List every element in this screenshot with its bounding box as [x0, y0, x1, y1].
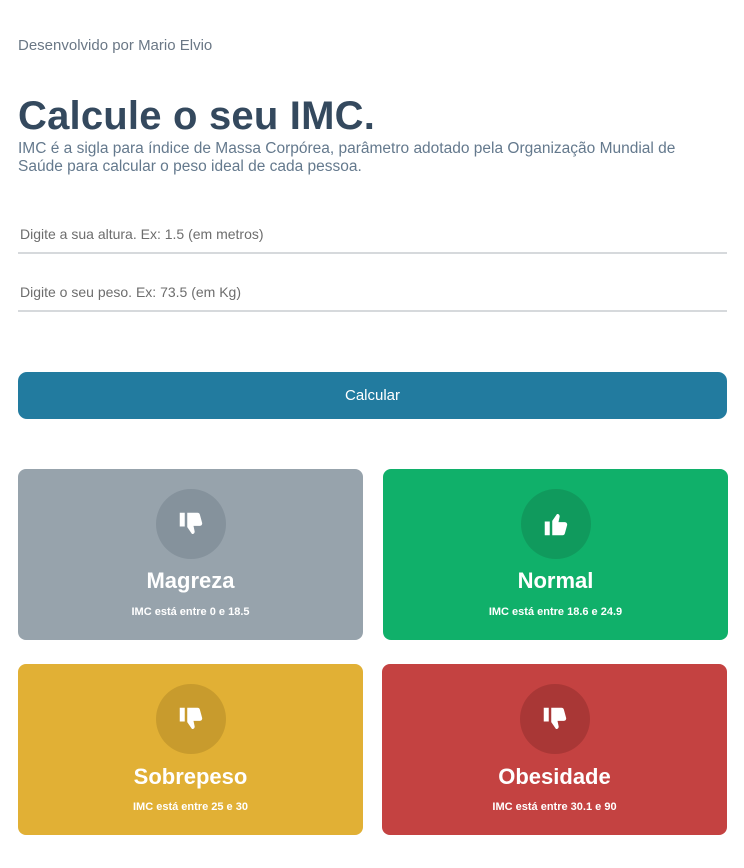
developer-credit: Desenvolvido por Mario Elvio: [18, 37, 213, 54]
card-range: IMC está entre 18.6 e 24.9: [488, 606, 623, 618]
card-range: IMC está entre 0 e 18.5: [131, 606, 250, 618]
card-title: Sobrepeso: [133, 764, 248, 789]
weight-input[interactable]: [18, 274, 727, 310]
height-field-wrapper: [18, 216, 727, 254]
page-description: IMC é a sigla para índice de Massa Corpó…: [18, 140, 676, 175]
card-title: Magreza: [146, 568, 235, 593]
calculate-button[interactable]: Calcular: [18, 372, 727, 419]
weight-field-wrapper: [18, 274, 727, 312]
card-title: Normal: [517, 568, 594, 593]
category-card-normal: Normal IMC está entre 18.6 e 24.9: [383, 469, 728, 640]
category-card-obesidade: Obesidade IMC está entre 30.1 e 90: [382, 664, 727, 835]
card-title: Obesidade: [498, 764, 611, 789]
category-card-magreza: Magreza IMC está entre 0 e 18.5: [18, 469, 363, 640]
card-range: IMC está entre 25 e 30: [133, 801, 248, 813]
thumbs-down-icon: [519, 684, 590, 754]
page-title: Calcule o seu IMC.: [18, 94, 376, 138]
height-input[interactable]: [18, 216, 727, 252]
category-card-sobrepeso: Sobrepeso IMC está entre 25 e 30: [18, 664, 363, 835]
thumbs-down-icon: [155, 489, 226, 559]
thumbs-down-icon: [155, 684, 226, 754]
card-range: IMC está entre 30.1 e 90: [492, 801, 617, 813]
thumbs-up-icon: [520, 489, 591, 559]
